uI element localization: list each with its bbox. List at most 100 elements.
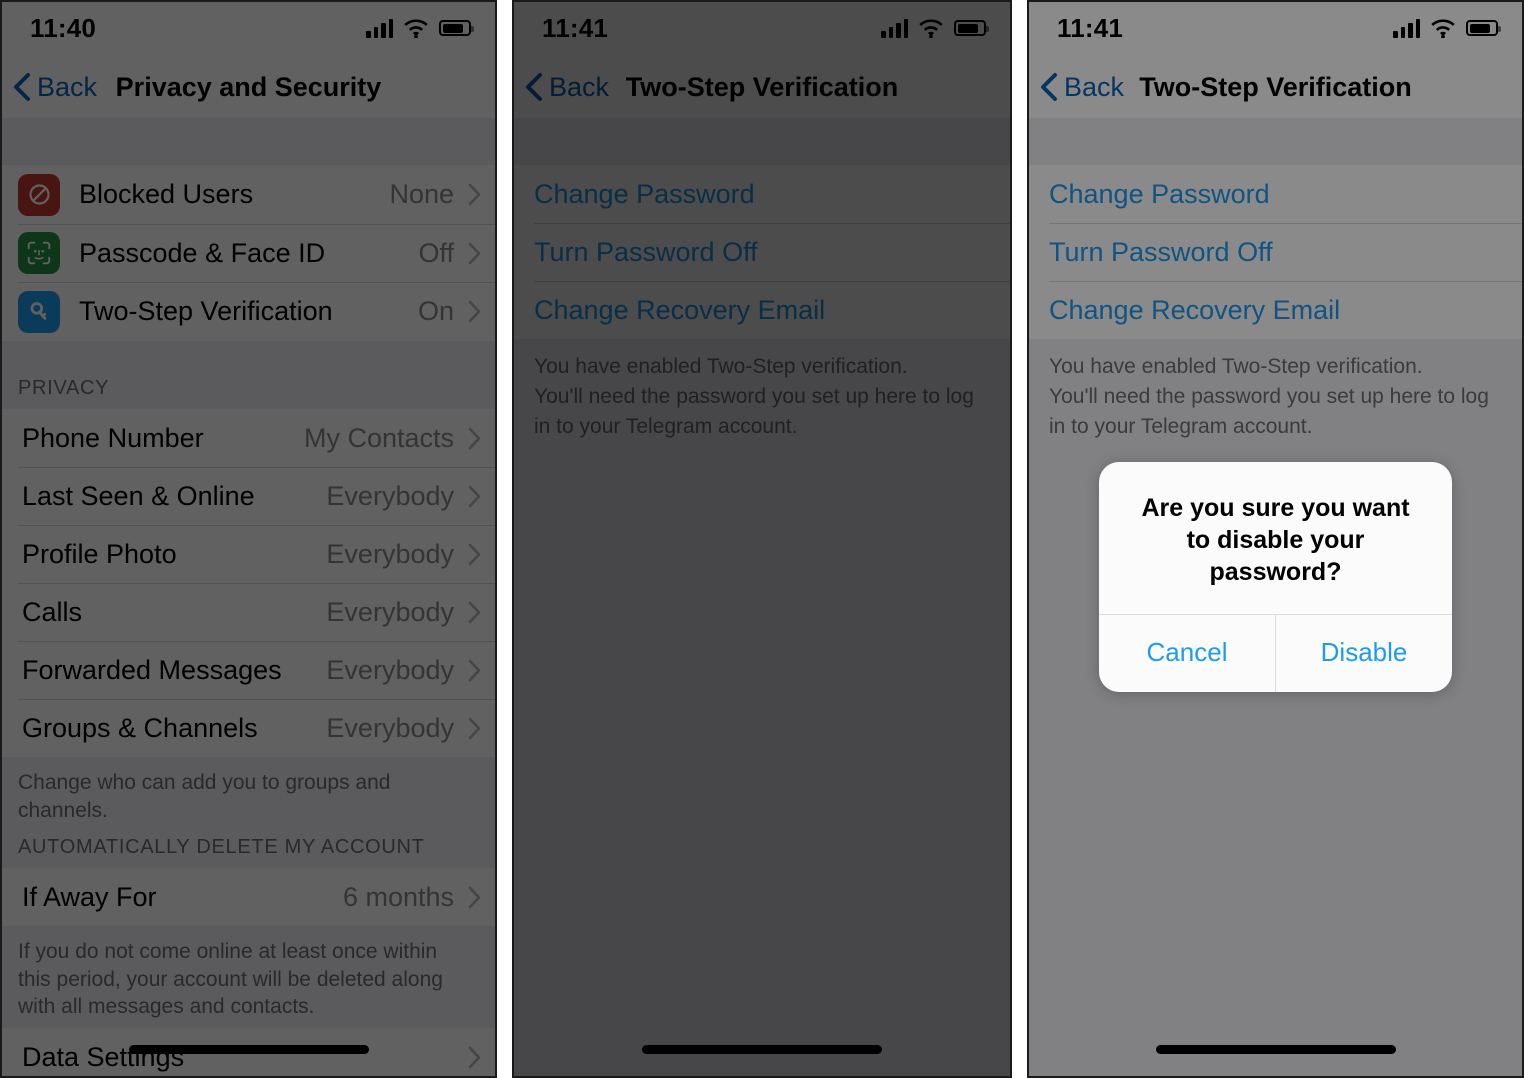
row-label: Last Seen & Online: [22, 480, 255, 511]
cancel-button[interactable]: Cancel: [1099, 615, 1275, 692]
row-value: None: [389, 179, 454, 209]
disable-button[interactable]: Disable: [1275, 615, 1452, 692]
nav-bar: Back Two-Step Verification: [512, 56, 1012, 118]
cellular-signal-icon: [1393, 18, 1420, 38]
status-time: 11:41: [542, 12, 609, 43]
chevron-left-icon: [14, 73, 30, 101]
face-id-icon: [18, 232, 60, 274]
panel1-content: 11:40 Back Privacy and Security Blocked …: [0, 0, 497, 1078]
two-step-actions-group: Change Password Turn Password Off Change…: [1027, 165, 1524, 339]
row-last-seen-online[interactable]: Last Seen & Online Everybody: [0, 467, 497, 525]
status-icons: [881, 18, 989, 38]
phone-screen-disable-password-dialog: 11:41 Back Two-Step Verification Change …: [1027, 0, 1524, 1078]
chevron-right-icon: [468, 886, 481, 908]
auto-delete-section-footer: If you do not come online at least once …: [0, 926, 497, 1018]
status-bar: 11:41: [1027, 0, 1524, 56]
row-value: Everybody: [326, 538, 454, 569]
chevron-left-icon: [526, 73, 542, 101]
battery-icon: [1466, 20, 1501, 36]
row-forwarded-messages[interactable]: Forwarded Messages Everybody: [0, 641, 497, 699]
chevron-right-icon: [468, 485, 481, 507]
privacy-section-header: PRIVACY: [0, 341, 497, 409]
row-label: Passcode & Face ID: [79, 237, 326, 268]
link-label: Change Recovery Email: [1049, 294, 1341, 325]
home-indicator: [642, 1045, 882, 1054]
phone-screen-privacy-and-security: 11:40 Back Privacy and Security Blocked …: [0, 0, 497, 1078]
two-step-info-text: You have enabled Two-Step verification. …: [1027, 339, 1524, 459]
link-label: Turn Password Off: [1049, 236, 1273, 267]
chevron-right-icon: [468, 717, 481, 739]
status-bar: 11:40: [0, 0, 497, 56]
privacy-section-footer: Change who can add you to groups and cha…: [0, 757, 497, 822]
turn-password-off-button[interactable]: Turn Password Off: [1027, 223, 1524, 281]
battery-icon: [439, 20, 474, 36]
list-gap: [512, 118, 1012, 165]
highlight-two-step-verification: [0, 278, 497, 338]
row-label: Calls: [22, 596, 83, 627]
back-label: Back: [1064, 71, 1125, 102]
back-label: Back: [549, 71, 610, 102]
wifi-icon: [919, 18, 943, 38]
row-value: Everybody: [326, 596, 454, 627]
row-label: Forwarded Messages: [22, 654, 282, 685]
panel2-content: 11:41 Back Two-Step Verification Change …: [512, 0, 1012, 1078]
alert-message: Are you sure you want to disable your pa…: [1141, 494, 1410, 586]
list-gap: [0, 118, 497, 165]
row-value: Everybody: [326, 654, 454, 685]
chevron-right-icon: [468, 1046, 481, 1068]
chevron-right-icon: [468, 183, 481, 206]
status-time: 11:41: [1057, 12, 1124, 43]
home-indicator: [1155, 1045, 1396, 1054]
row-passcode-face-id[interactable]: Passcode & Face ID Off: [0, 224, 497, 282]
row-value: Everybody: [326, 480, 454, 511]
cellular-signal-icon: [881, 18, 908, 38]
row-if-away-for[interactable]: If Away For 6 months: [0, 868, 497, 926]
change-password-button[interactable]: Change Password: [1027, 165, 1524, 223]
list-gap: [1027, 118, 1524, 165]
row-phone-number[interactable]: Phone Number My Contacts: [0, 409, 497, 467]
privacy-group: Phone Number My Contacts Last Seen & Onl…: [0, 409, 497, 757]
chevron-right-icon: [468, 601, 481, 623]
battery-icon: [954, 20, 989, 36]
chevron-left-icon: [1041, 73, 1057, 101]
auto-delete-group: If Away For 6 months: [0, 868, 497, 926]
chevron-right-icon: [468, 427, 481, 449]
row-value: Everybody: [326, 712, 454, 743]
nav-bar: Back Two-Step Verification: [1027, 56, 1524, 118]
chevron-right-icon: [468, 659, 481, 681]
row-label: If Away For: [22, 881, 157, 912]
cellular-signal-icon: [366, 18, 393, 38]
home-indicator: [128, 1045, 369, 1054]
link-label: Change Recovery Email: [534, 294, 826, 325]
back-button[interactable]: Back: [512, 72, 609, 103]
row-blocked-users[interactable]: Blocked Users None: [0, 165, 497, 224]
row-label: Groups & Channels: [22, 712, 258, 743]
wifi-icon: [1431, 18, 1455, 38]
row-value: 6 months: [342, 881, 454, 912]
back-button[interactable]: Back: [0, 72, 97, 103]
row-value: My Contacts: [303, 422, 454, 453]
block-icon: [18, 173, 60, 216]
back-button[interactable]: Back: [1027, 72, 1124, 103]
chevron-right-icon: [468, 543, 481, 565]
status-icons: [366, 18, 474, 38]
alert-buttons: Cancel Disable: [1099, 614, 1452, 692]
status-bar: 11:41: [512, 0, 1012, 56]
back-label: Back: [37, 71, 98, 102]
row-calls[interactable]: Calls Everybody: [0, 583, 497, 641]
change-password-button[interactable]: Change Password: [512, 165, 1012, 223]
change-recovery-email-button[interactable]: Change Recovery Email: [512, 281, 1012, 339]
list-gap: [512, 459, 1012, 1078]
row-label: Phone Number: [22, 422, 204, 453]
two-step-info-text: You have enabled Two-Step verification. …: [512, 339, 1012, 459]
nav-bar: Back Privacy and Security: [0, 56, 497, 118]
link-label: Change Password: [534, 178, 755, 209]
link-label: Change Password: [1049, 178, 1270, 209]
status-time: 11:40: [30, 12, 97, 43]
wifi-icon: [404, 18, 428, 38]
row-label: Blocked Users: [79, 179, 254, 209]
status-icons: [1393, 18, 1501, 38]
change-recovery-email-button[interactable]: Change Recovery Email: [1027, 281, 1524, 339]
row-profile-photo[interactable]: Profile Photo Everybody: [0, 525, 497, 583]
row-groups-channels[interactable]: Groups & Channels Everybody: [0, 699, 497, 757]
